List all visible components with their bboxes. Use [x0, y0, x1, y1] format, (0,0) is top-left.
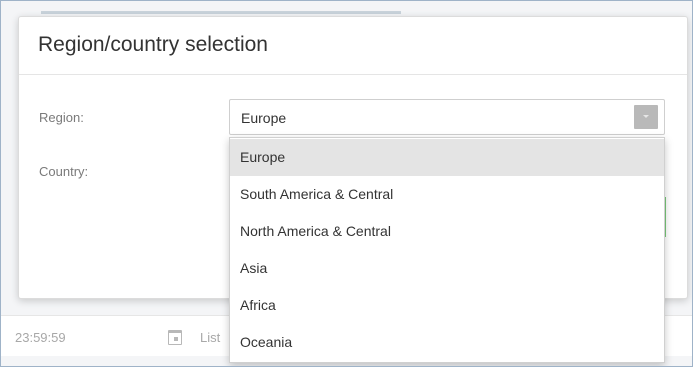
calendar-icon: [168, 330, 182, 345]
dialog-title: Region/country selection: [38, 33, 268, 56]
region-option-oceania[interactable]: Oceania: [230, 324, 664, 361]
chevron-down-icon[interactable]: [634, 105, 658, 129]
region-option-asia[interactable]: Asia: [230, 250, 664, 287]
region-select-value: Europe: [241, 110, 287, 126]
region-option-europe[interactable]: Europe: [230, 139, 664, 176]
background-top-strip: [41, 11, 401, 14]
region-option-south-america[interactable]: South America & Central: [230, 176, 664, 213]
region-dropdown-list: Europe South America & Central North Ame…: [229, 137, 665, 363]
screenshot-frame: 23:59:59 List Region/country selection R…: [0, 0, 693, 367]
country-label: Country:: [39, 164, 89, 179]
background-time-text: 23:59:59: [15, 330, 66, 345]
region-select[interactable]: Europe: [229, 99, 665, 135]
region-option-north-america[interactable]: North America & Central: [230, 213, 664, 250]
region-option-africa[interactable]: Africa: [230, 287, 664, 324]
dialog-header: Region/country selection: [19, 17, 687, 75]
region-label: Region:: [39, 110, 84, 125]
background-list-text: List: [200, 330, 221, 345]
